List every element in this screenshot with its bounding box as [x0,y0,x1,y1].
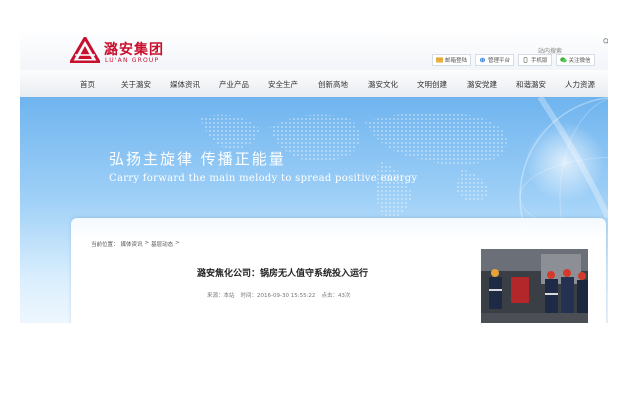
banner-slogan-cn: 弘扬主旋律 传播正能量 [109,150,286,168]
nav-item-innovation[interactable]: 创新高地 [318,79,348,90]
breadcrumb: 当前位置： 媒体资讯 > 基层动态 > [91,240,180,248]
mail-icon [436,57,443,63]
nav-item-safety[interactable]: 安全生产 [268,79,298,90]
site-search[interactable]: 站内搜索 [538,38,608,55]
nav-item-party[interactable]: 潞安党建 [467,79,497,90]
main-navigation: 首页 关于潞安 媒体资讯 产业产品 安全生产 创新高地 潞安文化 文明创建 潞安… [20,70,608,98]
phone-icon [523,57,528,63]
banner-slogan-en: Carry forward the main melody to spread … [109,173,418,184]
nav-item-home[interactable]: 首页 [80,79,95,90]
nav-item-media[interactable]: 媒体资讯 [170,79,200,90]
mobile-version-link[interactable]: 手机版 [518,54,552,66]
logo-name-cn: 潞安集团 [104,42,164,58]
site-logo[interactable]: 潞安集团 LU'AN GROUP [70,37,220,65]
article-panel: 当前位置： 媒体资讯 > 基层动态 > 潞安焦化公司：锅房无人值守系统投入运行 … [71,218,606,323]
article-source: 来源：本站 [207,293,235,299]
globe-icon [479,57,486,63]
mail-login-label: 邮箱登陆 [445,58,468,64]
breadcrumb-link-dynamics[interactable]: 基层动态 [151,240,173,248]
article-time: 时间：2016-09-30 15:55:22 [240,293,316,299]
nav-item-products[interactable]: 产业产品 [219,79,249,90]
luan-logo-icon [70,37,100,63]
nav-item-hr[interactable]: 人力资源 [565,79,595,90]
header-toolbar: 邮箱登陆 管理平台 手机版 关注微信 [432,54,595,66]
search-icon[interactable] [603,38,608,45]
wechat-follow-link[interactable]: 关注微信 [555,54,595,66]
nav-item-culture[interactable]: 潞安文化 [368,79,398,90]
article-title: 潞安焦化公司：锅房无人值守系统投入运行 [197,269,369,279]
breadcrumb-link-media[interactable]: 媒体资讯 [121,240,143,248]
mobile-version-label: 手机版 [531,58,548,64]
mail-login-link[interactable]: 邮箱登陆 [432,54,472,66]
logo-name-en: LU'AN GROUP [105,57,160,64]
wechat-icon [559,57,567,63]
management-platform-link[interactable]: 管理平台 [475,54,515,66]
nav-item-harmony[interactable]: 和谐潞安 [516,79,546,90]
nav-item-civilization[interactable]: 文明创建 [417,79,447,90]
article-photo[interactable] [481,249,588,323]
site-header: 潞安集团 LU'AN GROUP 站内搜索 邮箱登陆 管理平台 手机版 关注微信 [20,29,608,70]
breadcrumb-end: > [175,240,180,246]
article-clicks: 点击：43次 [321,293,351,299]
article-meta: 来源：本站 时间：2016-09-30 15:55:22 点击：43次 [207,291,350,299]
wechat-follow-label: 关注微信 [568,58,591,64]
breadcrumb-separator: > [144,240,150,246]
browser-viewport: 潞安集团 LU'AN GROUP 站内搜索 邮箱登陆 管理平台 手机版 关注微信… [20,29,608,323]
management-platform-label: 管理平台 [488,58,511,64]
breadcrumb-prefix: 当前位置： [91,242,119,248]
nav-item-about[interactable]: 关于潞安 [121,79,151,90]
